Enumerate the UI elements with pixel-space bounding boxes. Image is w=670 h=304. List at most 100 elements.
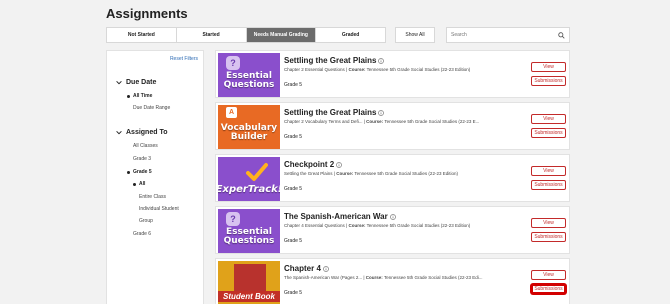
tab-not-started[interactable]: Not Started [107, 28, 177, 42]
option-label: Grade 5 [133, 169, 152, 175]
thumbnail-text: Essential Questions [223, 71, 275, 90]
question-icon: ? [226, 56, 240, 70]
view-button[interactable]: View [531, 62, 566, 72]
grade-text: Grade 5 [284, 290, 303, 296]
filter-option-grade-6[interactable]: Grade 6 [127, 231, 151, 237]
grade-text: Grade 5 [284, 238, 303, 244]
course-text: Tennessee 5th Grade Social Studies (22-2… [384, 119, 480, 124]
grade-text: Grade 5 [284, 82, 303, 88]
option-label: Individual Student [139, 206, 179, 212]
chapter-text: The Spanish-American War (Pages 2... [284, 275, 363, 280]
due-date-title: Due Date [126, 79, 157, 86]
assignment-card: ? Essential Questions The Spanish-Americ… [215, 206, 570, 254]
thumbnail-text: Essential Questions [223, 227, 275, 246]
view-button[interactable]: View [531, 270, 566, 280]
submissions-button[interactable]: Submissions [531, 128, 566, 138]
filter-option-individual-student[interactable]: Individual Student [133, 206, 179, 212]
info-icon[interactable] [336, 161, 343, 168]
checkmark-icon [246, 163, 268, 181]
course-label: Course: [365, 275, 383, 280]
filter-sidebar: Reset Filters Due Date All Time Due Date… [106, 50, 204, 304]
due-date-header[interactable]: Due Date [116, 79, 156, 86]
search-input[interactable] [451, 32, 558, 38]
page-title: Assignments [106, 6, 188, 21]
view-button[interactable]: View [531, 114, 566, 124]
chevron-down-icon [116, 80, 122, 85]
assignment-details: Chapter 2 Essential Questions | Course: … [284, 67, 471, 72]
filter-option-grade-5[interactable]: Grade 5 [127, 169, 152, 175]
grade-text: Grade 5 [284, 134, 303, 140]
submissions-button[interactable]: Submissions [531, 284, 566, 294]
submissions-button[interactable]: Submissions [531, 180, 566, 190]
student-book-thumbnail[interactable]: Student Book [218, 261, 280, 304]
option-label: All [139, 181, 146, 187]
assignment-card: A Vocabulary Builder Settling the Great … [215, 102, 570, 150]
assignment-title-text: Checkpoint 2 [284, 160, 335, 169]
assigned-to-title: Assigned To [126, 129, 168, 136]
course-label: Course: [348, 223, 366, 228]
filter-option-due-date-range[interactable]: Due Date Range [127, 105, 170, 111]
filter-option-all-time[interactable]: All Time [127, 93, 152, 99]
submissions-button[interactable]: Submissions [531, 232, 566, 242]
expertrack-thumbnail[interactable]: ExperTrack! [218, 157, 280, 201]
assignment-details: The Spanish-American War (Pages 2... | C… [284, 275, 483, 280]
assignment-title-text: Settling the Great Plains [284, 108, 377, 117]
assignment-card: ExperTrack! Checkpoint 2 Settling the Gr… [215, 154, 570, 202]
assignment-details: Chapter 4 Essential Questions | Course: … [284, 223, 471, 228]
course-label: Course: [336, 171, 354, 176]
chapter-text: Chapter 2 Essential Questions [284, 67, 345, 72]
chapter-text: Settling the Great Plains [284, 171, 333, 176]
option-label: Entire Class [139, 194, 166, 200]
chevron-down-icon [116, 130, 122, 135]
course-label: Course: [348, 67, 366, 72]
essential-questions-thumbnail[interactable]: ? Essential Questions [218, 209, 280, 253]
vocabulary-builder-thumbnail[interactable]: A Vocabulary Builder [218, 105, 280, 149]
thumbnail-text: ExperTrack! [218, 183, 280, 195]
filter-option-all-classes[interactable]: All Classes [127, 143, 158, 149]
info-icon[interactable] [389, 213, 396, 220]
assignment-details: Settling the Great Plains | Course: Tenn… [284, 171, 458, 176]
option-label: Group [139, 218, 153, 224]
search-icon[interactable] [558, 31, 565, 39]
tab-graded[interactable]: Graded [316, 28, 385, 42]
assignment-title[interactable]: Settling the Great Plains [284, 108, 385, 117]
tab-needs-manual-grading[interactable]: Needs Manual Grading [246, 28, 317, 42]
info-icon[interactable] [323, 265, 329, 272]
question-icon: ? [226, 212, 240, 226]
assignment-title[interactable]: Checkpoint 2 [284, 160, 343, 169]
view-button[interactable]: View [531, 218, 566, 228]
vocabulary-a-icon: A [226, 107, 237, 118]
chapter-text: Chapter 2 Vocabulary Terms and Defi... [284, 119, 363, 124]
assignment-title[interactable]: Settling the Great Plains [284, 56, 385, 65]
selected-dot-icon [127, 94, 130, 98]
selected-dot-icon [127, 170, 130, 174]
filter-option-all[interactable]: All [133, 181, 145, 187]
info-icon[interactable] [378, 57, 385, 64]
option-label: All Time [133, 93, 153, 99]
book-cover-image [234, 264, 266, 294]
option-label: Grade 6 [133, 231, 152, 237]
thumbnail-text: Vocabulary Builder [220, 123, 278, 142]
view-button[interactable]: View [531, 166, 566, 176]
option-label: All Classes [133, 143, 158, 149]
assignment-details: Chapter 2 Vocabulary Terms and Defi... |… [284, 119, 480, 124]
course-label: Course: [366, 119, 384, 124]
course-text: Tennessee 5th Grade Social Studies (22-2… [366, 223, 471, 228]
tab-started[interactable]: Started [177, 28, 247, 42]
search-box [446, 27, 570, 43]
assignment-title[interactable]: Chapter 4 [284, 264, 329, 273]
show-all-button[interactable]: Show All [395, 27, 435, 43]
course-text: Tennessee 5th Grade Social Studies (22-2… [383, 275, 483, 280]
course-text: Tennessee 5th Grade Social Studies (22-2… [354, 171, 458, 176]
assignment-card: Student Book Chapter 4 The Spanish-Ameri… [215, 258, 570, 304]
assignment-title-text: Chapter 4 [284, 264, 321, 273]
info-icon[interactable] [378, 109, 385, 116]
submissions-button[interactable]: Submissions [531, 76, 566, 86]
filter-option-group[interactable]: Group [133, 218, 153, 224]
reset-filters-link[interactable]: Reset Filters [170, 56, 198, 62]
filter-option-entire-class[interactable]: Entire Class [133, 194, 166, 200]
assignment-title[interactable]: The Spanish-American War [284, 212, 396, 221]
assigned-to-header[interactable]: Assigned To [116, 129, 167, 136]
filter-option-grade-3[interactable]: Grade 3 [127, 156, 151, 162]
essential-questions-thumbnail[interactable]: ? Essential Questions [218, 53, 280, 97]
